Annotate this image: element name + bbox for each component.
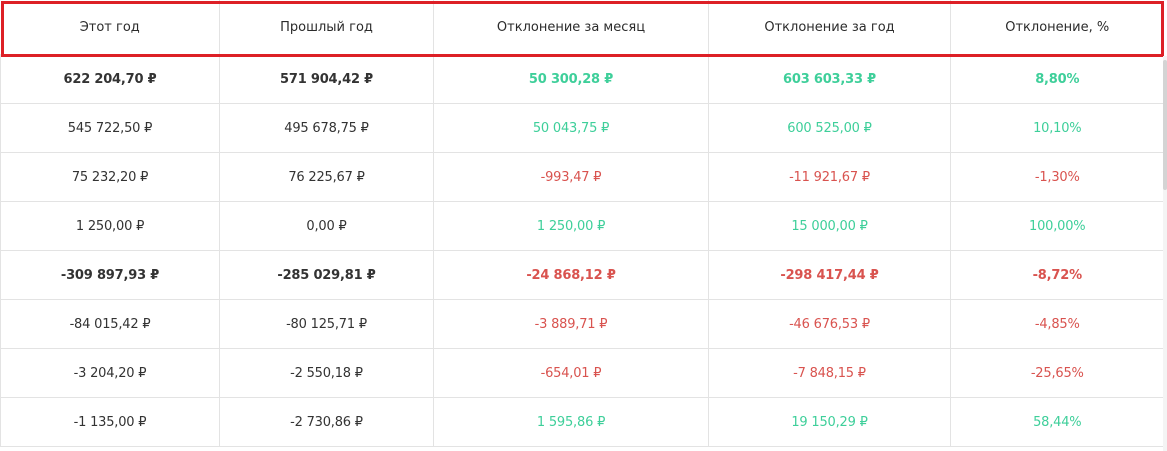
cell-this-year: -1 135,00 ₽ xyxy=(0,397,220,447)
table-row[interactable]: 545 722,50 ₽495 678,75 ₽50 043,75 ₽600 5… xyxy=(0,103,1164,153)
cell-month-deviation: 50 043,75 ₽ xyxy=(433,103,709,153)
cell-month-deviation: 50 300,28 ₽ xyxy=(433,54,709,104)
column-header-deviation-percent[interactable]: Отклонение, % xyxy=(950,0,1164,55)
cell-deviation-percent: 8,80% xyxy=(950,54,1164,104)
cell-last-year: 495 678,75 ₽ xyxy=(219,103,434,153)
cell-last-year: 0,00 ₽ xyxy=(219,201,434,251)
table-body: 622 204,70 ₽571 904,42 ₽50 300,28 ₽603 6… xyxy=(0,54,1164,447)
cell-month-deviation: -993,47 ₽ xyxy=(433,152,709,202)
cell-last-year: 571 904,42 ₽ xyxy=(219,54,434,104)
cell-year-deviation: -11 921,67 ₽ xyxy=(708,152,951,202)
column-header-month-deviation[interactable]: Отклонение за месяц xyxy=(433,0,709,55)
cell-deviation-percent: 100,00% xyxy=(950,201,1164,251)
cell-deviation-percent: -25,65% xyxy=(950,348,1164,398)
table-row[interactable]: -3 204,20 ₽ -2 550,18 ₽ -654,01 ₽ -7 848,15… xyxy=(0,348,1164,398)
cell-last-year: -2 730,86 ₽ xyxy=(219,397,434,447)
table-row[interactable]: -309 897,93 ₽ -285 029,81 ₽ -24 868,12 ₽ -2… xyxy=(0,250,1164,300)
cell-month-deviation: -3 889,71 ₽ xyxy=(433,299,709,349)
cell-year-deviation: 603 603,33 ₽ xyxy=(708,54,951,104)
cell-month-deviation: 1 250,00 ₽ xyxy=(433,201,709,251)
table-row[interactable]: 1 250,00 ₽0,00 ₽1 250,00 ₽15 000,00 ₽100… xyxy=(0,201,1164,251)
cell-deviation-percent: -4,85% xyxy=(950,299,1164,349)
report-view: Этот год Прошлый год Отклонение за месяц… xyxy=(0,0,1167,451)
table-row[interactable]: 75 232,20 ₽76 225,67 ₽ -993,47 ₽ -11 921,6… xyxy=(0,152,1164,202)
cell-year-deviation: 19 150,29 ₽ xyxy=(708,397,951,447)
cell-month-deviation: -654,01 ₽ xyxy=(433,348,709,398)
cell-this-year: -3 204,20 ₽ xyxy=(0,348,220,398)
cell-this-year: -309 897,93 ₽ xyxy=(0,250,220,300)
cell-year-deviation: -298 417,44 ₽ xyxy=(708,250,951,300)
cell-last-year: 76 225,67 ₽ xyxy=(219,152,434,202)
table-header-row: Этот год Прошлый год Отклонение за месяц… xyxy=(0,0,1164,55)
cell-deviation-percent: 10,10% xyxy=(950,103,1164,153)
cell-deviation-percent: 58,44% xyxy=(950,397,1164,447)
vertical-scrollbar-thumb[interactable] xyxy=(1163,60,1167,190)
column-header-this-year[interactable]: Этот год xyxy=(0,0,220,55)
cell-last-year: -285 029,81 ₽ xyxy=(219,250,434,300)
table-row[interactable]: -84 015,42 ₽ -80 125,71 ₽ -3 889,71 ₽ -46 6… xyxy=(0,299,1164,349)
cell-this-year: 75 232,20 ₽ xyxy=(0,152,220,202)
cell-this-year: 545 722,50 ₽ xyxy=(0,103,220,153)
cell-year-deviation: -7 848,15 ₽ xyxy=(708,348,951,398)
column-header-last-year[interactable]: Прошлый год xyxy=(219,0,434,55)
cell-year-deviation: 15 000,00 ₽ xyxy=(708,201,951,251)
cell-this-year: 1 250,00 ₽ xyxy=(0,201,220,251)
cell-deviation-percent: -1,30% xyxy=(950,152,1164,202)
cell-month-deviation: 1 595,86 ₽ xyxy=(433,397,709,447)
cell-month-deviation: -24 868,12 ₽ xyxy=(433,250,709,300)
table-row[interactable]: 622 204,70 ₽571 904,42 ₽50 300,28 ₽603 6… xyxy=(0,54,1164,104)
cell-last-year: -80 125,71 ₽ xyxy=(219,299,434,349)
cell-deviation-percent: -8,72% xyxy=(950,250,1164,300)
deviation-table: Этот год Прошлый год Отклонение за месяц… xyxy=(0,0,1164,447)
table-row[interactable]: -1 135,00 ₽ -2 730,86 ₽1 595,86 ₽19 150,2… xyxy=(0,397,1164,447)
cell-year-deviation: -46 676,53 ₽ xyxy=(708,299,951,349)
column-header-year-deviation[interactable]: Отклонение за год xyxy=(708,0,951,55)
cell-last-year: -2 550,18 ₽ xyxy=(219,348,434,398)
cell-this-year: -84 015,42 ₽ xyxy=(0,299,220,349)
cell-this-year: 622 204,70 ₽ xyxy=(0,54,220,104)
cell-year-deviation: 600 525,00 ₽ xyxy=(708,103,951,153)
